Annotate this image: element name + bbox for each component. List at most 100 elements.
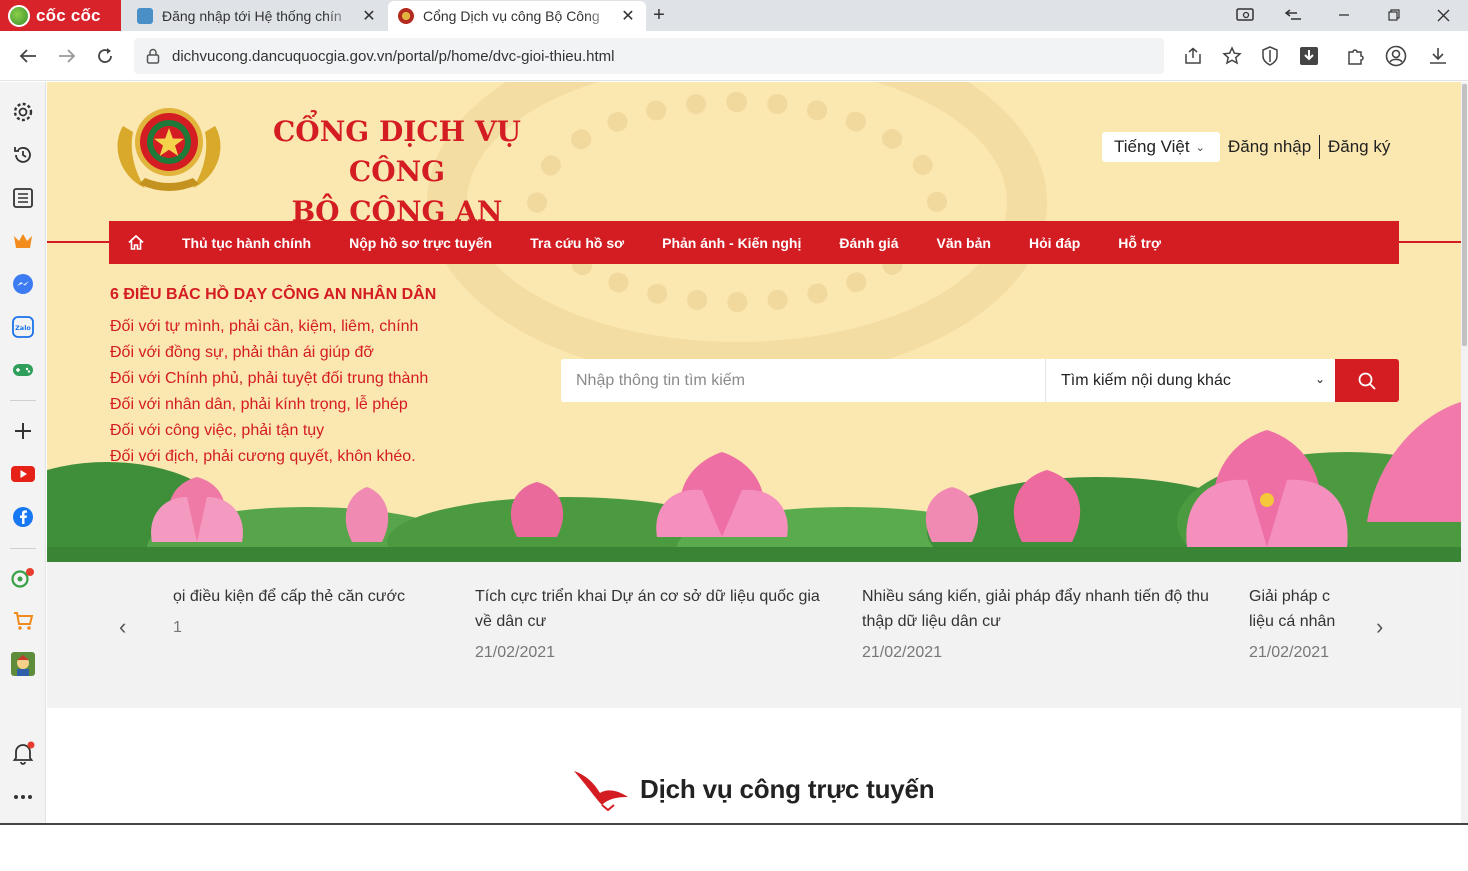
main-nav: Thủ tục hành chính Nộp hồ sơ trực tuyến … [109, 221, 1399, 264]
nav-home[interactable] [109, 221, 163, 264]
search-bar: Tìm kiếm nội dung khác ⌄ [561, 359, 1399, 402]
browser-brand: cốc cốc [36, 5, 101, 25]
coccoc-menu-button[interactable]: cốc cốc [0, 0, 121, 31]
chevron-down-icon: ⌄ [1195, 141, 1205, 154]
settings-gear-icon[interactable] [11, 100, 35, 124]
coccoc-map-icon[interactable] [11, 566, 35, 590]
search-icon [1358, 372, 1376, 390]
nav-van-ban[interactable]: Văn bản [917, 235, 1009, 251]
news-item[interactable]: Nhiều sáng kiến, giải pháp đẩy nhanh tiế… [862, 584, 1222, 662]
news-date: 21/02/2021 [475, 644, 556, 661]
language-value: Tiếng Việt [1114, 137, 1190, 156]
nav-phan-anh-kien-nghi[interactable]: Phản ánh - Kiến nghị [643, 235, 820, 251]
download-media-icon[interactable] [1297, 44, 1321, 68]
new-tab-button[interactable]: + [648, 3, 670, 27]
window-bottom-border [0, 823, 1468, 825]
reload-icon[interactable] [92, 43, 118, 69]
nav-danh-gia[interactable]: Đánh giá [820, 235, 917, 251]
search-scope-value: Tìm kiếm nội dung khác [1061, 371, 1231, 389]
coccoc-logo-icon [8, 4, 30, 27]
teaching-line: Đối với tự mình, phải cần, kiệm, liêm, c… [110, 318, 419, 335]
back-arrow-icon[interactable] [15, 43, 41, 69]
nav-tra-cuu-ho-so[interactable]: Tra cứu hồ sơ [511, 235, 643, 251]
news-date: 21/02/2021 [862, 644, 943, 661]
search-button[interactable] [1335, 359, 1399, 402]
share-icon[interactable] [1181, 44, 1205, 68]
section-header: Dịch vụ công trực tuyến [572, 767, 935, 811]
zalo-icon[interactable]: Zalo [11, 315, 35, 339]
game-controller-icon[interactable] [11, 358, 35, 382]
close-icon[interactable]: ✕ [361, 6, 377, 26]
profile-avatar-icon[interactable] [1384, 44, 1408, 68]
nav-hoi-dap[interactable]: Hỏi đáp [1010, 235, 1099, 251]
nav-ho-tro[interactable]: Hỗ trợ [1099, 235, 1180, 251]
history-icon[interactable] [11, 143, 35, 167]
teachings-title: 6 ĐIỀU BÁC HỒ DẠY CÔNG AN NHÂN DÂN [110, 286, 437, 303]
youtube-icon[interactable] [11, 462, 35, 486]
reading-list-icon[interactable] [11, 186, 35, 210]
add-icon[interactable] [11, 419, 35, 443]
auth-divider [1319, 135, 1320, 159]
site-title-line1: CỔNG DỊCH VỤ CÔNG [273, 115, 521, 188]
sidebar-divider [10, 548, 36, 549]
tab-title: Đăng nhập tới Hệ thống chín [162, 8, 342, 24]
tab-title: Cổng Dịch vụ công Bộ Công [423, 8, 600, 24]
bird-decoration-icon [574, 771, 628, 811]
news-date: 21/02/2021 [1249, 644, 1330, 661]
police-emblem-icon [117, 108, 221, 191]
login-link[interactable]: Đăng nhập [1228, 137, 1311, 157]
notification-bell-icon[interactable] [11, 741, 35, 765]
shield-icon[interactable] [1258, 44, 1282, 68]
tab-favicon-icon [398, 8, 414, 24]
news-carousel: ‹ ọi điều kiện để cấp thẻ căn cước 1 Tíc… [47, 562, 1461, 708]
news-item[interactable]: Tích cực triển khai Dự án cơ sở dữ liệu … [475, 584, 835, 662]
url-text: dichvucong.dancuquocgia.gov.vn/portal/p/… [172, 47, 615, 65]
svg-text:Zalo: Zalo [15, 324, 31, 332]
section-title: Dịch vụ công trực tuyến [640, 773, 935, 804]
tab-login[interactable]: Đăng nhập tới Hệ thống chín ✕ [127, 1, 387, 31]
sidebar-divider [10, 400, 36, 401]
crown-icon[interactable] [11, 229, 35, 253]
screen-cast-icon[interactable] [1227, 0, 1263, 30]
messenger-icon[interactable] [11, 272, 35, 296]
nav-nop-ho-so[interactable]: Nộp hồ sơ trực tuyến [330, 235, 511, 251]
tab-bar: cốc cốc Đăng nhập tới Hệ thống chín ✕ Cổ… [0, 0, 1468, 31]
register-link[interactable]: Đăng ký [1328, 137, 1390, 157]
site-title: CỔNG DỊCH VỤ CÔNG BỘ CÔNG AN [237, 112, 557, 232]
hero-banner: CỔNG DỊCH VỤ CÔNG BỘ CÔNG AN Tiếng Việt … [47, 82, 1461, 562]
page-viewport: CỔNG DỊCH VỤ CÔNG BỘ CÔNG AN Tiếng Việt … [47, 82, 1461, 824]
news-title: Nhiều sáng kiến, giải pháp đẩy nhanh tiế… [862, 588, 1209, 630]
browser-sidebar: Zalo [0, 82, 46, 824]
back-forward-list-icon[interactable] [1276, 0, 1312, 30]
news-title: Giải pháp c liệu cá nhân [1249, 588, 1336, 630]
carousel-prev-chevron-icon[interactable]: ‹ [119, 614, 126, 640]
tab-favicon-icon [137, 8, 153, 24]
language-select[interactable]: Tiếng Việt ⌄ [1102, 132, 1220, 162]
carousel-next-chevron-icon[interactable]: › [1376, 614, 1383, 640]
close-window-icon[interactable] [1425, 0, 1461, 30]
facebook-icon[interactable] [11, 505, 35, 529]
forward-arrow-icon[interactable] [54, 43, 80, 69]
browser-window: cốc cốc Đăng nhập tới Hệ thống chín ✕ Cổ… [0, 0, 1468, 871]
extensions-puzzle-icon[interactable] [1344, 44, 1368, 68]
downloads-icon[interactable] [1426, 44, 1450, 68]
search-input[interactable] [561, 359, 1045, 402]
page-scrollbar-thumb[interactable] [1462, 84, 1467, 346]
bookmark-star-icon[interactable] [1220, 44, 1244, 68]
news-track: ọi điều kiện để cấp thẻ căn cước 1 Tích … [173, 584, 1337, 684]
minimize-icon[interactable] [1326, 0, 1362, 30]
close-icon[interactable]: ✕ [620, 6, 636, 26]
browser-toolbar: dichvucong.dancuquocgia.gov.vn/portal/p/… [0, 31, 1468, 81]
restore-icon[interactable] [1376, 0, 1412, 30]
shopping-cart-icon[interactable] [11, 609, 35, 633]
nav-thu-tuc-hanh-chinh[interactable]: Thủ tục hành chính [163, 235, 330, 251]
tab-dichvucong[interactable]: Cổng Dịch vụ công Bộ Công ✕ [388, 1, 646, 31]
teaching-line: Đối với đồng sự, phải thân ái giúp đỡ [110, 344, 374, 361]
more-options-icon[interactable] [11, 785, 35, 809]
bronze-drum-pattern [527, 92, 947, 312]
search-scope-select[interactable]: Tìm kiếm nội dung khác ⌄ [1045, 359, 1335, 402]
address-bar[interactable]: dichvucong.dancuquocgia.gov.vn/portal/p/… [134, 38, 1164, 74]
game-avatar-icon[interactable] [11, 652, 35, 676]
home-icon [128, 235, 144, 250]
news-item[interactable]: Giải pháp c liệu cá nhân 21/02/2021 [1249, 584, 1337, 662]
